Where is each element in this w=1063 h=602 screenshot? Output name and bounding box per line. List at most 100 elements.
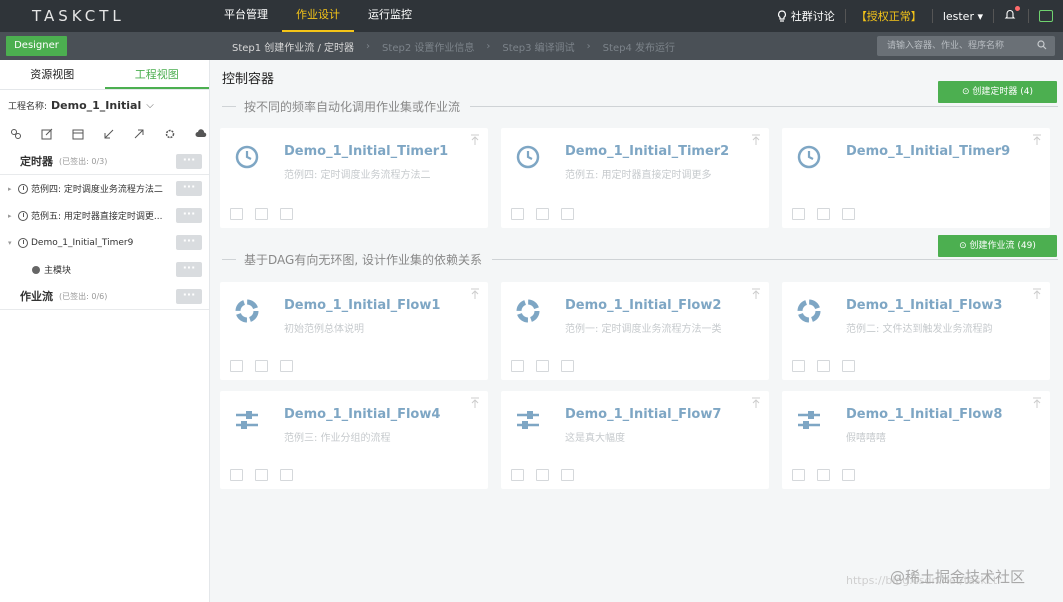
card-title[interactable]: Demo_1_Initial_Flow4 [284, 407, 440, 422]
flow-group-more-button[interactable]: ··· [176, 289, 202, 304]
card-title[interactable]: Demo_1_Initial_Timer2 [565, 144, 729, 159]
pin-top-icon[interactable] [751, 288, 761, 300]
image-icon[interactable] [280, 469, 293, 481]
card-title[interactable]: Demo_1_Initial_Flow3 [846, 298, 1002, 313]
bell-icon[interactable] [1004, 6, 1020, 23]
calendar-icon[interactable] [817, 208, 830, 220]
tree-item-more-button[interactable]: ··· [176, 208, 202, 223]
nav-platform-admin[interactable]: 平台管理 [210, 0, 282, 32]
flow-card[interactable]: Demo_1_Initial_Flow3 范例二: 文件达到触发业务流程韵 [782, 282, 1050, 380]
timer-card[interactable]: Demo_1_Initial_Timer9 [782, 128, 1050, 228]
calendar-icon[interactable] [255, 360, 268, 372]
watermark: https://blog.csdn.net/taskctl @稀土掘金技术社区 [840, 566, 1025, 587]
flow-card[interactable]: Demo_1_Initial_Flow1 初始范例总体说明 [220, 282, 488, 380]
edit-icon[interactable] [792, 360, 805, 372]
edit-icon[interactable] [511, 360, 524, 372]
image-icon[interactable] [842, 469, 855, 481]
calendar-icon[interactable] [255, 208, 268, 220]
image-icon[interactable] [561, 208, 574, 220]
caret-right-icon[interactable]: ▸ [8, 212, 14, 220]
tab-project-view[interactable]: 工程视图 [104, 60, 209, 89]
card-title[interactable]: Demo_1_Initial_Flow1 [284, 298, 440, 313]
pin-top-icon[interactable] [1032, 397, 1042, 409]
project-selector[interactable]: 工程名称: Demo_1_Initial ⌵ [0, 90, 209, 120]
flow-card[interactable]: Demo_1_Initial_Flow2 范例一: 定时调度业务流程方法一类 [501, 282, 769, 380]
calendar-icon[interactable] [817, 360, 830, 372]
flow-card[interactable]: Demo_1_Initial_Flow8 假嘻嘻嘻 [782, 391, 1050, 489]
caret-down-icon[interactable]: ▾ [8, 239, 14, 247]
create-flow-button[interactable]: ⊙ 创建作业流 (49) [938, 235, 1057, 257]
nav-job-design[interactable]: 作业设计 [282, 0, 354, 32]
tree-item-timer[interactable]: ▾ Demo_1_Initial_Timer9 ··· [0, 229, 209, 256]
calendar-icon[interactable] [817, 469, 830, 481]
tree-item-module[interactable]: 主模块 ··· [0, 256, 209, 283]
import-arrow-icon[interactable] [101, 126, 117, 142]
edit-icon[interactable] [230, 360, 243, 372]
pin-top-icon[interactable] [1032, 288, 1042, 300]
pin-top-icon[interactable] [751, 134, 761, 146]
cloud-upload-icon[interactable] [193, 126, 209, 142]
tree-item-more-button[interactable]: ··· [176, 235, 202, 250]
pin-top-icon[interactable] [751, 397, 761, 409]
edit-icon[interactable] [39, 126, 55, 142]
edit-icon[interactable] [230, 208, 243, 220]
image-icon[interactable] [280, 208, 293, 220]
search-input[interactable]: 请输入容器、作业、程序名称 [877, 36, 1055, 56]
flow-section-title: 基于DAG有向无环图, 设计作业集的依赖关系 [244, 252, 482, 267]
image-icon[interactable] [280, 360, 293, 372]
edit-icon[interactable] [792, 469, 805, 481]
pin-top-icon[interactable] [470, 288, 480, 300]
calendar-icon[interactable] [70, 126, 86, 142]
flow-card[interactable]: Demo_1_Initial_Flow4 范例三: 作业分组的流程 [220, 391, 488, 489]
image-icon[interactable] [561, 469, 574, 481]
search-icon[interactable] [1037, 40, 1047, 50]
tree-item-timer[interactable]: ▸ 范例五: 用定时器直接定时调更... ··· [0, 202, 209, 229]
export-arrow-icon[interactable] [131, 126, 147, 142]
step-4[interactable]: Step4 发布运行 [603, 39, 675, 54]
step-3[interactable]: Step3 编译调试 [502, 39, 574, 54]
nav-run-monitor[interactable]: 运行监控 [354, 0, 426, 32]
calendar-icon[interactable] [255, 469, 268, 481]
pin-top-icon[interactable] [1032, 134, 1042, 146]
timer-group[interactable]: 定时器 (已签出: 0/3) ··· [0, 148, 209, 175]
community-link[interactable]: 社群讨论 [777, 8, 835, 24]
image-icon[interactable] [842, 360, 855, 372]
tab-resource-view[interactable]: 资源视图 [0, 60, 105, 89]
create-timer-button[interactable]: ⊙ 创建定时器 (4) [938, 81, 1057, 103]
license-status[interactable]: 【授权正常】 [856, 8, 922, 24]
designer-button[interactable]: Designer [6, 36, 67, 56]
chevron-right-icon: › [586, 40, 591, 52]
user-menu[interactable]: lester ▾ [943, 10, 983, 23]
flow-group[interactable]: 作业流 (已签出: 0/6) ··· [0, 283, 209, 310]
pin-top-icon[interactable] [470, 134, 480, 146]
pin-top-icon[interactable] [470, 397, 480, 409]
caret-right-icon[interactable]: ▸ [8, 185, 14, 193]
tree-item-timer[interactable]: ▸ 范例四: 定时调度业务流程方法二 ··· [0, 175, 209, 202]
calendar-icon[interactable] [536, 469, 549, 481]
card-title[interactable]: Demo_1_Initial_Flow2 [565, 298, 721, 313]
edit-icon[interactable] [792, 208, 805, 220]
settings-tree-icon[interactable] [8, 126, 24, 142]
edit-icon[interactable] [511, 208, 524, 220]
timer-group-more-button[interactable]: ··· [176, 154, 202, 169]
timer-card[interactable]: Demo_1_Initial_Timer2 范例五: 用定时器直接定时调更多 [501, 128, 769, 228]
tree-item-more-button[interactable]: ··· [176, 181, 202, 196]
image-icon[interactable] [842, 208, 855, 220]
image-icon[interactable] [561, 360, 574, 372]
tree-item-more-button[interactable]: ··· [176, 262, 202, 277]
cycle-flow-icon [797, 299, 821, 323]
calendar-icon[interactable] [536, 208, 549, 220]
flow-card[interactable]: Demo_1_Initial_Flow7 这是真大幅度 [501, 391, 769, 489]
edit-icon[interactable] [230, 469, 243, 481]
step-1[interactable]: Step1 创建作业流 / 定时器 [232, 39, 354, 54]
card-title[interactable]: Demo_1_Initial_Flow7 [565, 407, 721, 422]
edit-icon[interactable] [511, 469, 524, 481]
step-2[interactable]: Step2 设置作业信息 [382, 39, 474, 54]
card-title[interactable]: Demo_1_Initial_Flow8 [846, 407, 1002, 422]
gear-icon[interactable] [162, 126, 178, 142]
timer-card[interactable]: Demo_1_Initial_Timer1 范例四: 定时调度业务流程方法二 [220, 128, 488, 228]
card-title[interactable]: Demo_1_Initial_Timer9 [846, 144, 1010, 159]
chat-icon[interactable] [1039, 10, 1053, 22]
calendar-icon[interactable] [536, 360, 549, 372]
card-title[interactable]: Demo_1_Initial_Timer1 [284, 144, 448, 159]
